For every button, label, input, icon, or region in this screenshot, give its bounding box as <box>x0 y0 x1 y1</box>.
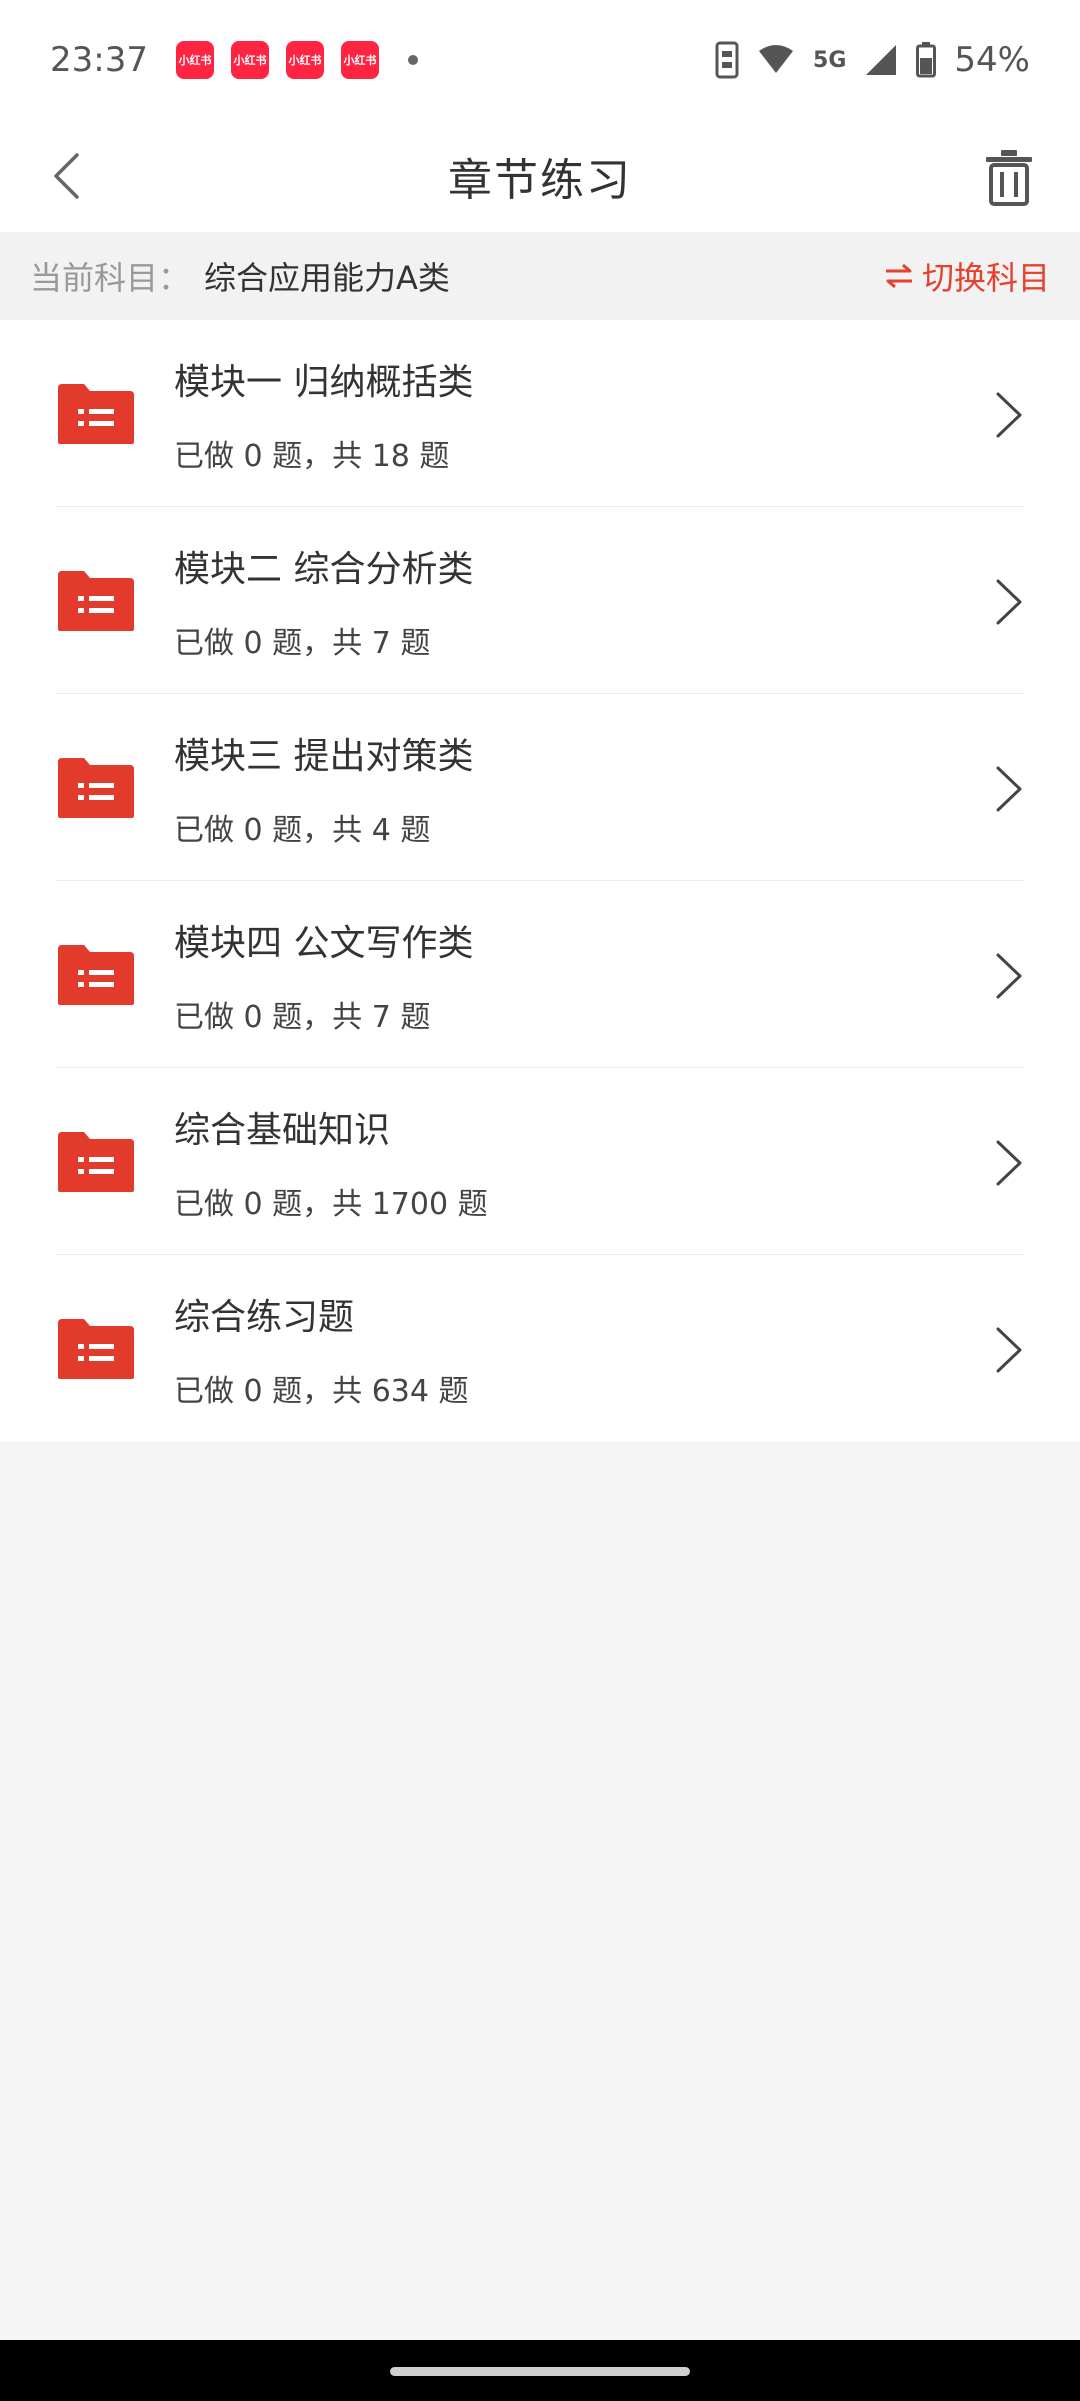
chapter-title: 模块二 综合分析类 <box>174 548 474 590</box>
wifi-icon <box>759 45 794 73</box>
home-indicator[interactable] <box>390 2367 690 2376</box>
chevron-right-icon <box>996 953 1022 999</box>
chapter-progress: 已做 0 题，共 4 题 <box>174 812 431 848</box>
chapter-progress: 已做 0 题，共 18 题 <box>174 438 450 474</box>
network-type: 5G <box>813 47 847 73</box>
chapter-practice-screen: 23:37 小红书 小红书 小红书 小红书 5G 54% 章节练习 当前科目： … <box>0 0 1080 2401</box>
folder-list-icon <box>58 1131 134 1192</box>
battery-icon <box>916 42 937 78</box>
chapter-title: 模块一 归纳概括类 <box>174 361 474 403</box>
chapter-title: 综合练习题 <box>174 1296 355 1338</box>
subject-prefix-label: 当前科目： <box>30 259 191 297</box>
chevron-right-icon <box>996 1327 1022 1373</box>
chevron-right-icon <box>996 766 1022 812</box>
switch-subject-button[interactable]: 切换科目 <box>884 253 1050 299</box>
chapter-item[interactable]: 综合基础知识 已做 0 题，共 1700 题 <box>0 1068 1080 1255</box>
folder-list-icon <box>58 570 134 631</box>
battery-percent: 54% <box>954 40 1030 80</box>
current-subject-name: 综合应用能力A类 <box>204 259 450 297</box>
cell-signal-icon <box>866 45 897 75</box>
chapter-progress: 已做 0 题，共 1700 题 <box>174 1186 488 1222</box>
navigation-header: 章节练习 <box>0 120 1080 232</box>
chapter-progress: 已做 0 题，共 7 题 <box>174 625 431 661</box>
switch-subject-label: 切换科目 <box>921 259 1050 297</box>
notification-app-icon: 小红书 <box>230 41 269 79</box>
chapter-progress: 已做 0 题，共 7 题 <box>174 999 431 1035</box>
status-bar: 23:37 小红书 小红书 小红书 小红书 5G 54% <box>0 0 1080 120</box>
notification-app-icon: 小红书 <box>340 41 379 79</box>
chapter-item[interactable]: 模块三 提出对策类 已做 0 题，共 4 题 <box>0 694 1080 881</box>
folder-list-icon <box>58 1318 134 1379</box>
vibrate-icon <box>715 41 739 79</box>
folder-list-icon <box>58 383 134 444</box>
folder-list-icon <box>58 944 134 1005</box>
status-time: 23:37 <box>50 40 148 80</box>
chapter-title: 模块三 提出对策类 <box>174 735 474 777</box>
chevron-right-icon <box>996 579 1022 625</box>
chevron-right-icon <box>996 1140 1022 1186</box>
chapter-title: 综合基础知识 <box>174 1109 391 1151</box>
back-button[interactable] <box>36 146 96 206</box>
chevron-right-icon <box>996 392 1022 438</box>
folder-list-icon <box>58 757 134 818</box>
chapter-item[interactable]: 综合练习题 已做 0 题，共 634 题 <box>0 1255 1080 1442</box>
notification-app-icon: 小红书 <box>285 41 324 79</box>
swap-arrows-icon <box>885 263 912 289</box>
trash-icon <box>986 150 1032 206</box>
notification-more-dot <box>407 55 418 65</box>
chapter-progress: 已做 0 题，共 634 题 <box>174 1373 469 1409</box>
notification-app-icon: 小红书 <box>175 41 214 79</box>
status-right: 5G 54% <box>715 40 1030 80</box>
page-title: 章节练习 <box>448 155 632 206</box>
chapter-list: 模块一 归纳概括类 已做 0 题，共 18 题 模块二 综合分析类 已做 0 题… <box>0 320 1080 1442</box>
chapter-item[interactable]: 模块一 归纳概括类 已做 0 题，共 18 题 <box>0 320 1080 507</box>
chevron-left-icon <box>54 153 79 199</box>
current-subject-bar: 当前科目： 综合应用能力A类 切换科目 <box>0 232 1080 320</box>
chapter-item[interactable]: 模块二 综合分析类 已做 0 题，共 7 题 <box>0 507 1080 694</box>
chapter-item[interactable]: 模块四 公文写作类 已做 0 题，共 7 题 <box>0 881 1080 1068</box>
chapter-title: 模块四 公文写作类 <box>174 922 474 964</box>
delete-button[interactable] <box>974 142 1044 212</box>
